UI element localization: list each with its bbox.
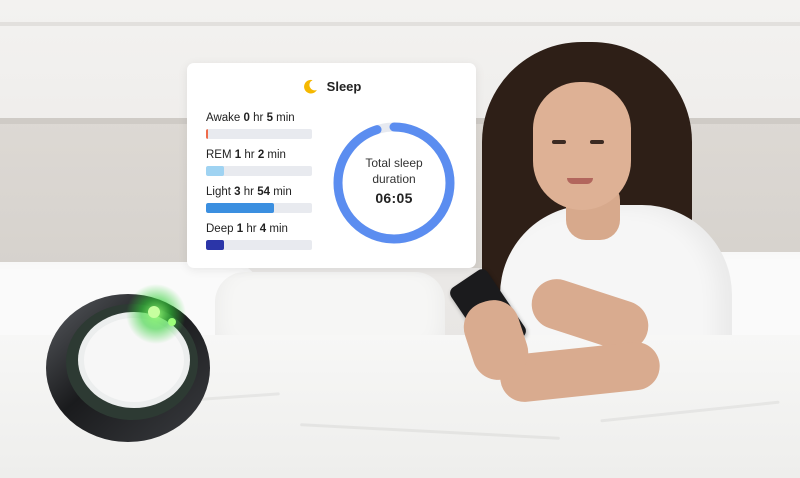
stage-bar-fill bbox=[206, 203, 274, 213]
sleep-stage-light: Light 3 hr 54 min bbox=[206, 185, 312, 222]
stage-min-unit: min bbox=[273, 186, 292, 198]
stage-min-unit: min bbox=[267, 149, 286, 161]
sleep-card-header: Sleep bbox=[187, 75, 476, 97]
sleep-stage-deep: Deep 1 hr 4 min bbox=[206, 222, 312, 259]
stage-hours: 1 bbox=[236, 223, 244, 235]
total-sleep-label-line2: duration bbox=[372, 172, 416, 186]
sleep-stage-awake: Awake 0 hr 5 min bbox=[206, 111, 312, 148]
sleep-stage-rem: REM 1 hr 2 min bbox=[206, 148, 312, 185]
stage-name: Light bbox=[206, 186, 231, 198]
stage-name: Deep bbox=[206, 223, 234, 235]
stage-minutes: 4 bbox=[259, 223, 267, 235]
stage-name: Awake bbox=[206, 112, 241, 124]
stage-label: REM 1 hr 2 min bbox=[206, 148, 312, 162]
stage-bar-fill bbox=[206, 129, 209, 139]
woman-mouth bbox=[567, 178, 593, 184]
stage-hr-unit: hr bbox=[244, 149, 255, 161]
stage-bar-fill bbox=[206, 240, 225, 250]
stage-minutes: 54 bbox=[257, 186, 270, 198]
stage-label: Light 3 hr 54 min bbox=[206, 185, 312, 199]
stage-bar-track bbox=[206, 203, 312, 213]
wall-trim bbox=[0, 22, 800, 26]
stage-hr-unit: hr bbox=[253, 112, 264, 124]
stage-label: Awake 0 hr 5 min bbox=[206, 111, 312, 125]
stage-hours: 0 bbox=[243, 112, 250, 124]
smart-ring-icon bbox=[46, 284, 210, 442]
sleep-stages-list: Awake 0 hr 5 min REM 1 hr 2 min Light 3 … bbox=[206, 111, 312, 259]
stage-minutes: 2 bbox=[257, 149, 265, 161]
stage-min-unit: min bbox=[269, 223, 288, 235]
stage-hr-unit: hr bbox=[246, 223, 257, 235]
stage-min-unit: min bbox=[276, 112, 295, 124]
stage-hr-unit: hr bbox=[243, 186, 254, 198]
stage-name: REM bbox=[206, 149, 232, 161]
woman-face bbox=[533, 82, 631, 210]
stage-bar-track bbox=[206, 166, 312, 176]
total-sleep-value: 06:05 bbox=[375, 190, 413, 206]
stage-bar-track bbox=[206, 129, 312, 139]
woman-eye bbox=[590, 140, 604, 144]
sleep-card: Sleep Awake 0 hr 5 min REM 1 hr 2 min Li… bbox=[187, 63, 476, 268]
total-sleep-center: Total sleep duration 06:05 bbox=[330, 155, 458, 206]
moon-icon bbox=[303, 79, 317, 93]
stage-bar-fill bbox=[206, 166, 225, 176]
stage-minutes: 5 bbox=[266, 112, 273, 124]
stage-hours: 1 bbox=[234, 149, 242, 161]
stage-hours: 3 bbox=[234, 186, 241, 198]
woman-eye bbox=[552, 140, 566, 144]
total-sleep-label-line1: Total sleep bbox=[365, 156, 423, 170]
stage-bar-track bbox=[206, 240, 312, 250]
sleep-card-title: Sleep bbox=[326, 78, 362, 94]
stage-label: Deep 1 hr 4 min bbox=[206, 222, 312, 236]
